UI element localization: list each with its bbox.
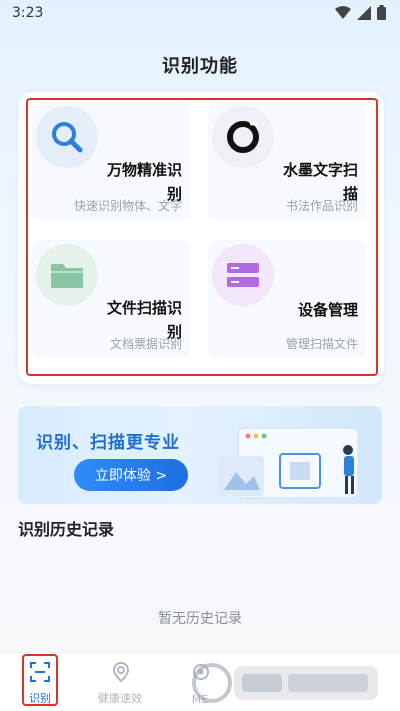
ink-circle-icon (212, 106, 274, 168)
history-title: 识别历史记录 (18, 520, 115, 539)
history-empty-text: 暂无历史记录 (158, 611, 242, 627)
battery-icon (377, 5, 386, 20)
location-pin-icon (112, 661, 130, 683)
nav-item-health[interactable]: 健康速效 (80, 653, 160, 711)
feature-title: 设备管理 (297, 301, 358, 319)
nav-label: 健康速效 (98, 692, 142, 705)
search-icon (36, 106, 98, 168)
feature-subtitle: 快速识别物体、文字 (73, 199, 182, 213)
watermark-logo (192, 663, 378, 703)
promo-banner[interactable]: 识别、扫描更专业 立即体验 > (18, 406, 382, 504)
feature-subtitle: 管理扫描文件 (285, 337, 358, 351)
status-bar: 3:23 (0, 0, 400, 28)
try-now-button[interactable]: 立即体验 > (74, 459, 188, 491)
device-list-icon (212, 244, 274, 306)
status-time: 3:23 (12, 5, 44, 21)
status-icons (335, 5, 386, 20)
wifi-icon (335, 5, 351, 19)
feature-tile-document-scan[interactable]: 文件扫描识别 文档票据识别 (32, 240, 190, 358)
banner-illustration (218, 427, 359, 499)
feature-tile-object-recognition[interactable]: 万物精准识别 快速识别物体、文字 (32, 102, 190, 220)
nav-highlight-box (22, 654, 58, 706)
signal-icon (357, 5, 371, 20)
feature-tile-device-management[interactable]: 设备管理 管理扫描文件 (208, 240, 366, 358)
feature-subtitle: 书法作品识别 (285, 199, 358, 213)
feature-tile-ink-scan[interactable]: 水墨文字扫描 书法作品识别 (208, 102, 366, 220)
feature-subtitle: 文档票据识别 (109, 337, 182, 351)
page-title: 识别功能 (162, 56, 238, 77)
banner-text: 识别、扫描更专业 (36, 433, 180, 453)
folder-icon (36, 244, 98, 306)
